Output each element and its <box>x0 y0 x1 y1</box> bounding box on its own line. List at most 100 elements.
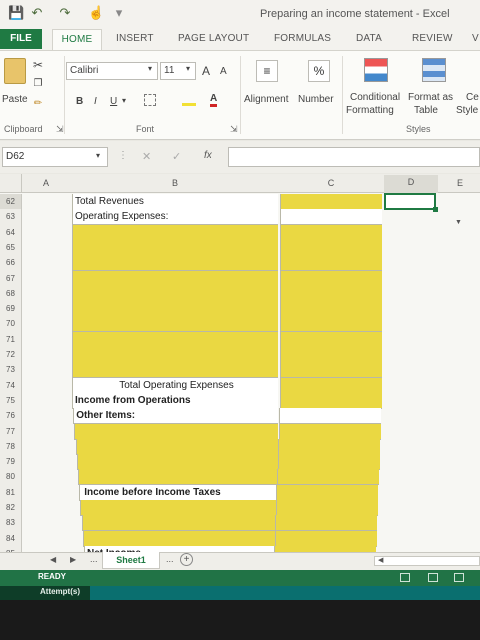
row-header[interactable]: 77 <box>0 424 22 440</box>
cell-styles-label-1[interactable]: Ce <box>466 92 479 103</box>
alignment-button[interactable]: Alignment <box>244 94 288 105</box>
tab-view[interactable]: V <box>472 33 479 44</box>
paste-label[interactable]: Paste <box>2 94 28 105</box>
fill-color-icon[interactable] <box>182 94 196 106</box>
row-header[interactable]: 70 <box>0 316 22 332</box>
row-header[interactable]: 72 <box>0 347 22 363</box>
cell-c[interactable] <box>280 209 382 225</box>
fill-handle[interactable] <box>433 207 438 212</box>
format-as-table-label-2[interactable]: Table <box>414 105 438 116</box>
tab-sheet1[interactable]: Sheet1 <box>102 552 160 569</box>
cell-b[interactable] <box>72 362 278 378</box>
number-button[interactable]: Number <box>298 94 334 105</box>
tab-data[interactable]: DATA <box>356 33 382 44</box>
cell-b[interactable]: Total Operating Expenses <box>72 378 278 394</box>
grow-font-button[interactable]: A <box>202 64 210 78</box>
cell-c[interactable] <box>280 255 382 271</box>
font-launcher-icon[interactable]: ⇲ <box>230 124 238 135</box>
cell-c[interactable] <box>280 225 382 241</box>
cell-b[interactable]: Other Items: <box>73 408 278 424</box>
insert-function-icon[interactable]: fx <box>204 150 212 161</box>
font-color-button[interactable]: A <box>210 94 218 107</box>
add-sheet-button[interactable]: + <box>180 553 193 566</box>
underline-dropdown-icon[interactable]: ▾ <box>122 96 126 105</box>
name-box-dropdown-icon[interactable]: ▾ <box>96 151 100 160</box>
clipboard-launcher-icon[interactable]: ⇲ <box>56 124 64 135</box>
cell-c[interactable] <box>274 531 377 547</box>
borders-icon[interactable] <box>144 94 156 106</box>
column-header-d[interactable]: D <box>384 175 438 193</box>
cell-c[interactable] <box>280 271 382 287</box>
cell-c[interactable] <box>280 240 382 256</box>
cell-c[interactable] <box>280 194 382 210</box>
row-header[interactable]: 62 <box>0 194 22 210</box>
shrink-font-button[interactable]: A <box>220 66 227 77</box>
cut-icon[interactable]: ✂ <box>32 58 44 72</box>
paste-icon[interactable] <box>4 58 26 84</box>
row-header[interactable]: 69 <box>0 301 22 317</box>
cell-c[interactable] <box>280 347 382 363</box>
bold-button[interactable]: B <box>76 96 83 107</box>
row-header[interactable]: 75 <box>0 393 22 409</box>
horizontal-scrollbar[interactable] <box>374 556 480 566</box>
cell-c[interactable] <box>277 469 379 485</box>
format-as-table-label-1[interactable]: Format as <box>408 92 453 103</box>
cell-b[interactable] <box>72 240 278 256</box>
row-header[interactable]: 66 <box>0 255 22 271</box>
row-header[interactable]: 80 <box>0 469 22 485</box>
save-icon[interactable]: 💾 <box>8 6 24 20</box>
row-header[interactable]: 84 <box>0 531 22 547</box>
select-all-corner[interactable] <box>0 174 22 193</box>
cell-b[interactable] <box>72 316 278 332</box>
redo-icon[interactable]: ↷ <box>58 6 72 20</box>
tab-formulas[interactable]: FORMULAS <box>274 33 331 44</box>
column-header-c[interactable]: C <box>280 178 382 188</box>
cell-c[interactable] <box>275 515 378 531</box>
formula-input[interactable] <box>228 147 480 167</box>
enter-entry-icon[interactable]: ✓ <box>172 150 181 163</box>
font-size-dropdown-icon[interactable]: ▾ <box>186 64 190 73</box>
cell-b[interactable]: Income before Income Taxes <box>79 485 278 501</box>
cell-c[interactable] <box>280 301 382 317</box>
percent-icon[interactable]: % <box>308 60 330 82</box>
conditional-formatting-label-2[interactable]: Formatting <box>346 105 394 116</box>
cell-c[interactable] <box>276 485 379 501</box>
row-header[interactable]: 71 <box>0 332 22 348</box>
row-header[interactable]: 67 <box>0 271 22 287</box>
page-layout-view-icon[interactable] <box>428 573 438 582</box>
row-header[interactable]: 78 <box>0 439 22 455</box>
conditional-formatting-icon[interactable] <box>364 58 388 82</box>
cell-c[interactable] <box>280 316 382 332</box>
cell-b[interactable] <box>72 332 278 348</box>
cell-b[interactable] <box>72 347 278 363</box>
cell-b[interactable] <box>76 454 278 470</box>
cell-c[interactable] <box>275 500 378 516</box>
cell-styles-label-2[interactable]: Style <box>456 105 478 116</box>
copy-icon[interactable]: ❐ <box>32 78 44 89</box>
row-header[interactable]: 76 <box>0 408 22 424</box>
tab-home[interactable]: HOME <box>52 29 102 51</box>
normal-view-icon[interactable] <box>400 573 410 582</box>
column-header-a[interactable]: A <box>22 178 70 188</box>
row-header[interactable]: 83 <box>0 515 22 531</box>
dropdown-arrow-icon[interactable]: ▼ <box>455 219 462 226</box>
cell-b[interactable] <box>80 500 278 516</box>
cell-b[interactable] <box>82 531 278 547</box>
cell-b[interactable] <box>75 439 278 455</box>
tab-insert[interactable]: INSERT <box>116 33 154 44</box>
cell-b[interactable]: Income from Operations <box>72 393 278 409</box>
customize-toolbar-icon[interactable]: ▾ <box>112 6 126 20</box>
next-sheet-icon[interactable]: ▶ <box>70 555 76 564</box>
scroll-left-icon[interactable]: ◀ <box>378 556 383 564</box>
cell-b[interactable] <box>72 225 278 241</box>
cell-b[interactable]: Total Revenues <box>72 194 278 210</box>
cell-b[interactable] <box>81 515 278 531</box>
conditional-formatting-label-1[interactable]: Conditional <box>350 92 400 103</box>
format-painter-icon[interactable]: ✏ <box>32 98 44 109</box>
cell-c[interactable] <box>280 286 382 302</box>
cell-c[interactable] <box>279 408 382 424</box>
italic-button[interactable]: I <box>94 96 97 107</box>
row-header[interactable]: 68 <box>0 286 22 302</box>
alignment-icon[interactable]: ≡ <box>256 60 278 82</box>
column-header-e[interactable]: E <box>440 178 480 188</box>
